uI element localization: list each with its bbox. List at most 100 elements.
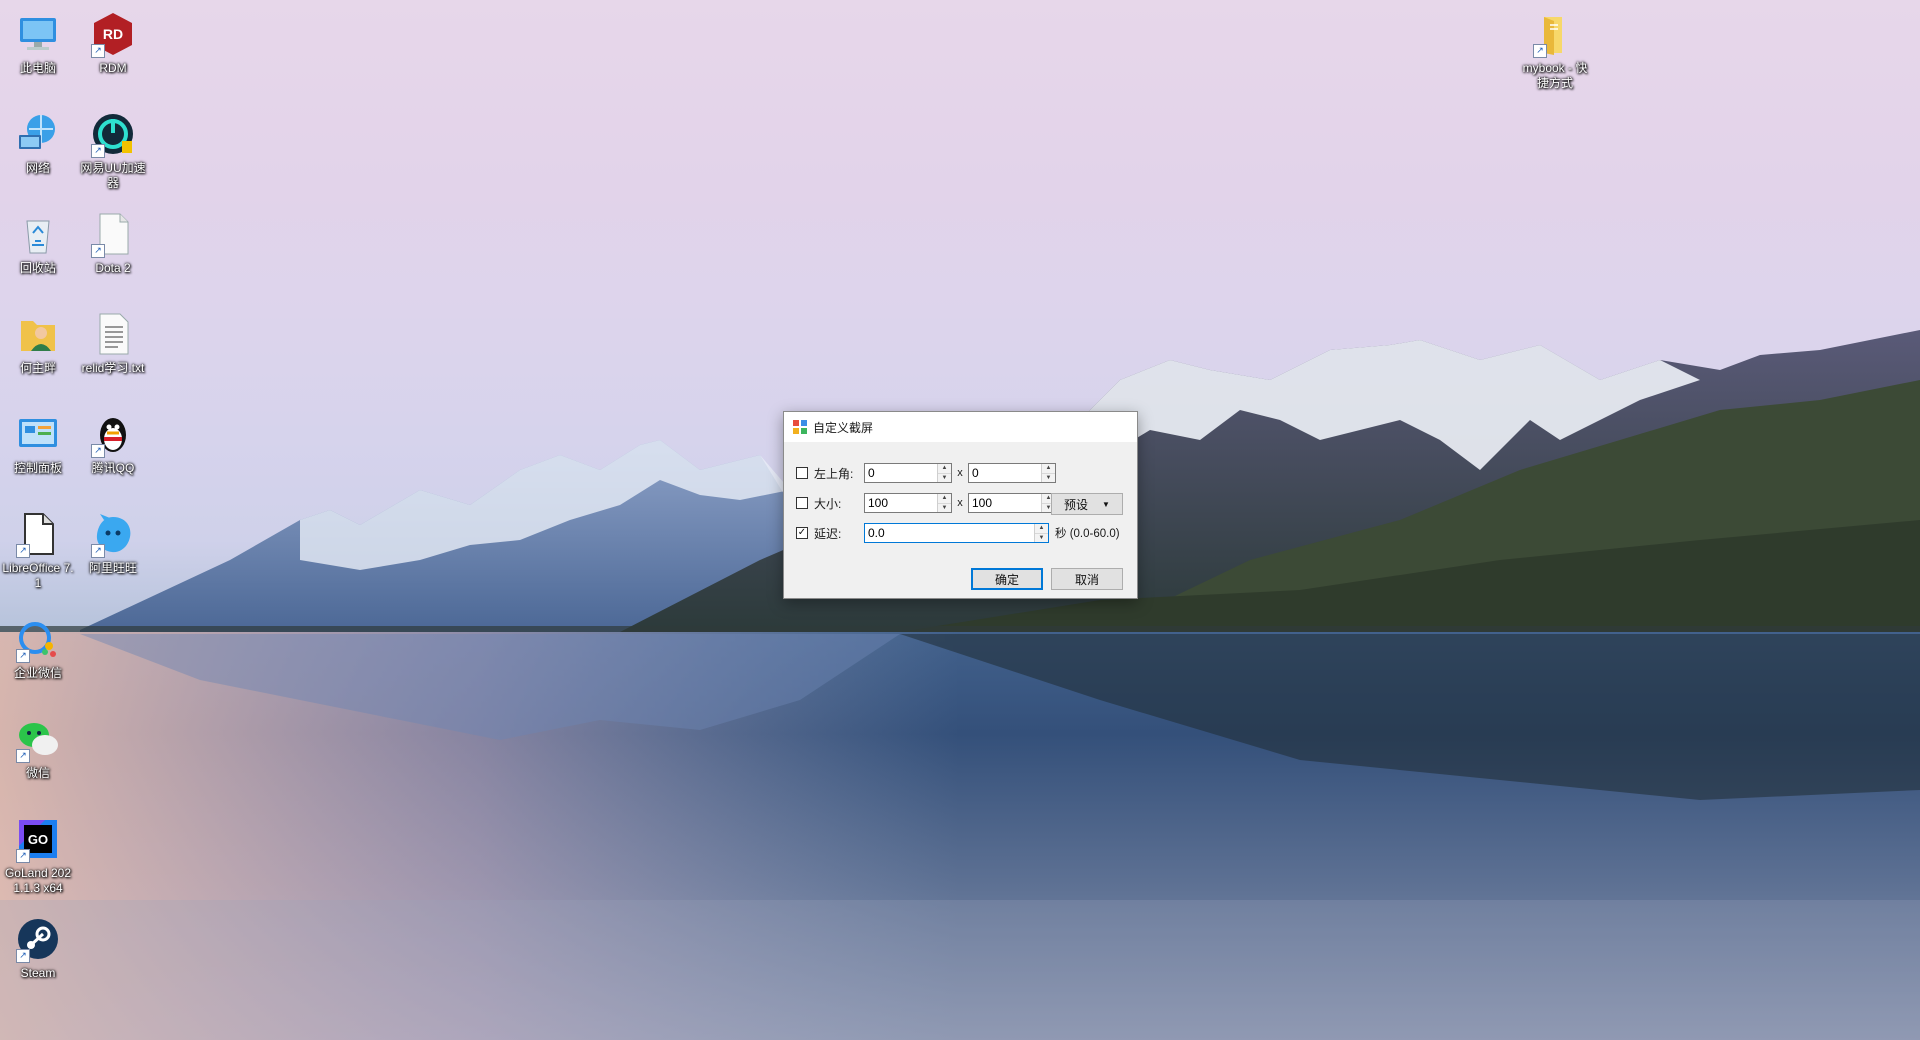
- shortcut-arrow-icon: ↗: [91, 44, 105, 58]
- network-icon: [14, 110, 62, 158]
- spin-up-icon[interactable]: ▲: [1035, 524, 1048, 533]
- size-checkbox[interactable]: [796, 497, 808, 509]
- shortcut-arrow-icon: ↗: [91, 244, 105, 258]
- delay-input[interactable]: [865, 524, 1034, 542]
- aliwangwang-icon: ↗: [89, 510, 137, 558]
- top-left-y-input[interactable]: [969, 464, 1041, 482]
- desktop-icon-label: RDM: [99, 61, 127, 75]
- desktop-icon-label: 控制面板: [13, 461, 62, 475]
- size-separator: x: [957, 497, 963, 509]
- text-file-icon: [89, 310, 137, 358]
- spin-down-icon[interactable]: ▼: [938, 472, 951, 482]
- desktop-icon-rdm[interactable]: RD ↗ RDM: [75, 10, 151, 76]
- recycle-bin-icon: [14, 210, 62, 258]
- wecom-icon: ↗: [14, 615, 62, 663]
- dialog-body: 左上角: ▲▼ x ▲▼ 大小: ▲▼ x: [784, 442, 1137, 598]
- svg-text:GO: GO: [28, 832, 48, 847]
- blank-file-icon: ↗: [89, 210, 137, 258]
- user-folder-icon: [14, 310, 62, 358]
- qq-penguin-icon: ↗: [89, 410, 137, 458]
- svg-text:RD: RD: [103, 26, 123, 42]
- delay-range-hint: 秒 (0.0-60.0): [1055, 528, 1120, 540]
- spin-down-icon[interactable]: ▼: [1042, 472, 1055, 482]
- desktop-icon-qq[interactable]: ↗ 腾讯QQ: [75, 410, 151, 476]
- shortcut-arrow-icon: ↗: [91, 544, 105, 558]
- ok-button[interactable]: 确定: [971, 568, 1043, 590]
- desktop-icon-relidx[interactable]: relid学习.txt: [75, 310, 151, 376]
- top-left-checkbox[interactable]: [796, 467, 808, 479]
- desktop-icon-label: 腾讯QQ: [91, 461, 135, 475]
- delay-row: ✓ 延迟: ▲▼ 秒 (0.0-60.0): [796, 522, 1120, 544]
- spin-down-icon[interactable]: ▼: [1035, 532, 1048, 542]
- desktop-icon-libreoffice[interactable]: ↗ LibreOffice 7.1: [0, 510, 76, 591]
- desktop-icon-label: 何主畔: [19, 361, 56, 375]
- desktop-icon-recycle-bin[interactable]: 回收站: [0, 210, 76, 276]
- dropdown-arrow-icon: ▼: [1102, 499, 1110, 509]
- cancel-button[interactable]: 取消: [1051, 568, 1123, 590]
- desktop-icon-label: 此电脑: [19, 61, 56, 75]
- size-height-input[interactable]: [969, 494, 1041, 512]
- steam-icon: ↗: [14, 915, 62, 963]
- folder-icon: ↗: [1531, 10, 1579, 58]
- desktop-icon-label: 网易UU加速器: [80, 161, 146, 190]
- preset-label: 预设: [1064, 497, 1089, 512]
- shortcut-arrow-icon: ↗: [16, 544, 30, 558]
- desktop-icon-label: Steam: [20, 966, 56, 980]
- desktop-icon-aliwangwang[interactable]: ↗ 阿里旺旺: [75, 510, 151, 576]
- size-height-spinbox[interactable]: ▲▼: [968, 493, 1056, 513]
- desktop-icon-mybook[interactable]: ↗ mybook - 快捷方式: [1517, 10, 1593, 91]
- top-left-x-input[interactable]: [865, 464, 937, 482]
- top-left-row: 左上角: ▲▼ x ▲▼: [796, 462, 1056, 484]
- desktop-icon-user-folder[interactable]: 何主畔: [0, 310, 76, 376]
- desktop-icon-label: 微信: [25, 766, 50, 780]
- shortcut-arrow-icon: ↗: [91, 444, 105, 458]
- desktop-icon-uu[interactable]: ↗ 网易UU加速器: [75, 110, 151, 191]
- desktop-icon-wechat[interactable]: ↗ 微信: [0, 715, 76, 781]
- uu-accelerator-icon: ↗: [89, 110, 137, 158]
- spin-down-icon[interactable]: ▼: [938, 502, 951, 512]
- cancel-label: 取消: [1074, 572, 1099, 587]
- custom-screenshot-dialog: 自定义截屏 左上角: ▲▼ x ▲▼ 大小:: [783, 411, 1138, 599]
- control-panel-icon: [14, 410, 62, 458]
- size-width-input[interactable]: [865, 494, 937, 512]
- shortcut-arrow-icon: ↗: [16, 649, 30, 663]
- shortcut-arrow-icon: ↗: [16, 749, 30, 763]
- delay-label: 延迟:: [814, 526, 842, 541]
- spin-up-icon[interactable]: ▲: [938, 464, 951, 473]
- delay-spinbox[interactable]: ▲▼: [864, 523, 1049, 543]
- desktop: 此电脑 RD ↗ RDM 网络 ↗ 网易UU加速器 回收站 ↗ Dota 2 何…: [0, 0, 1920, 1040]
- desktop-icon-dota2[interactable]: ↗ Dota 2: [75, 210, 151, 276]
- desktop-icon-this-pc[interactable]: 此电脑: [0, 10, 76, 76]
- shortcut-arrow-icon: ↗: [1533, 44, 1547, 58]
- desktop-icon-label: relid学习.txt: [81, 361, 145, 375]
- desktop-icon-network[interactable]: 网络: [0, 110, 76, 176]
- dialog-titlebar[interactable]: 自定义截屏: [784, 412, 1137, 442]
- desktop-icon-wecom[interactable]: ↗ 企业微信: [0, 615, 76, 681]
- top-left-y-spinbox[interactable]: ▲▼: [968, 463, 1056, 483]
- desktop-icon-goland[interactable]: GO ↗ GoLand 2021.1.3 x64: [0, 815, 76, 896]
- desktop-icon-label: 企业微信: [13, 666, 62, 680]
- delay-checkbox[interactable]: ✓: [796, 527, 808, 539]
- dialog-title: 自定义截屏: [813, 420, 874, 435]
- coordinate-separator: x: [957, 467, 963, 479]
- top-left-x-spinbox[interactable]: ▲▼: [864, 463, 952, 483]
- size-label: 大小:: [814, 496, 842, 511]
- goland-icon: GO ↗: [14, 815, 62, 863]
- size-width-spinbox[interactable]: ▲▼: [864, 493, 952, 513]
- desktop-icon-label: 回收站: [19, 261, 56, 275]
- desktop-icon-label: 阿里旺旺: [88, 561, 137, 575]
- desktop-icon-control-panel[interactable]: 控制面板: [0, 410, 76, 476]
- preset-dropdown-button[interactable]: 预设 ▼: [1051, 493, 1123, 515]
- rdm-icon: RD ↗: [89, 10, 137, 58]
- desktop-icon-label: LibreOffice 7.1: [2, 561, 74, 590]
- ok-label: 确定: [994, 572, 1019, 587]
- top-left-label: 左上角:: [814, 466, 854, 481]
- app-logo-icon: [793, 420, 807, 434]
- desktop-icon-steam[interactable]: ↗ Steam: [0, 915, 76, 981]
- computer-icon: [14, 10, 62, 58]
- libreoffice-icon: ↗: [14, 510, 62, 558]
- spin-up-icon[interactable]: ▲: [938, 494, 951, 503]
- desktop-icon-label: 网络: [25, 161, 50, 175]
- spin-up-icon[interactable]: ▲: [1042, 464, 1055, 473]
- shortcut-arrow-icon: ↗: [91, 144, 105, 158]
